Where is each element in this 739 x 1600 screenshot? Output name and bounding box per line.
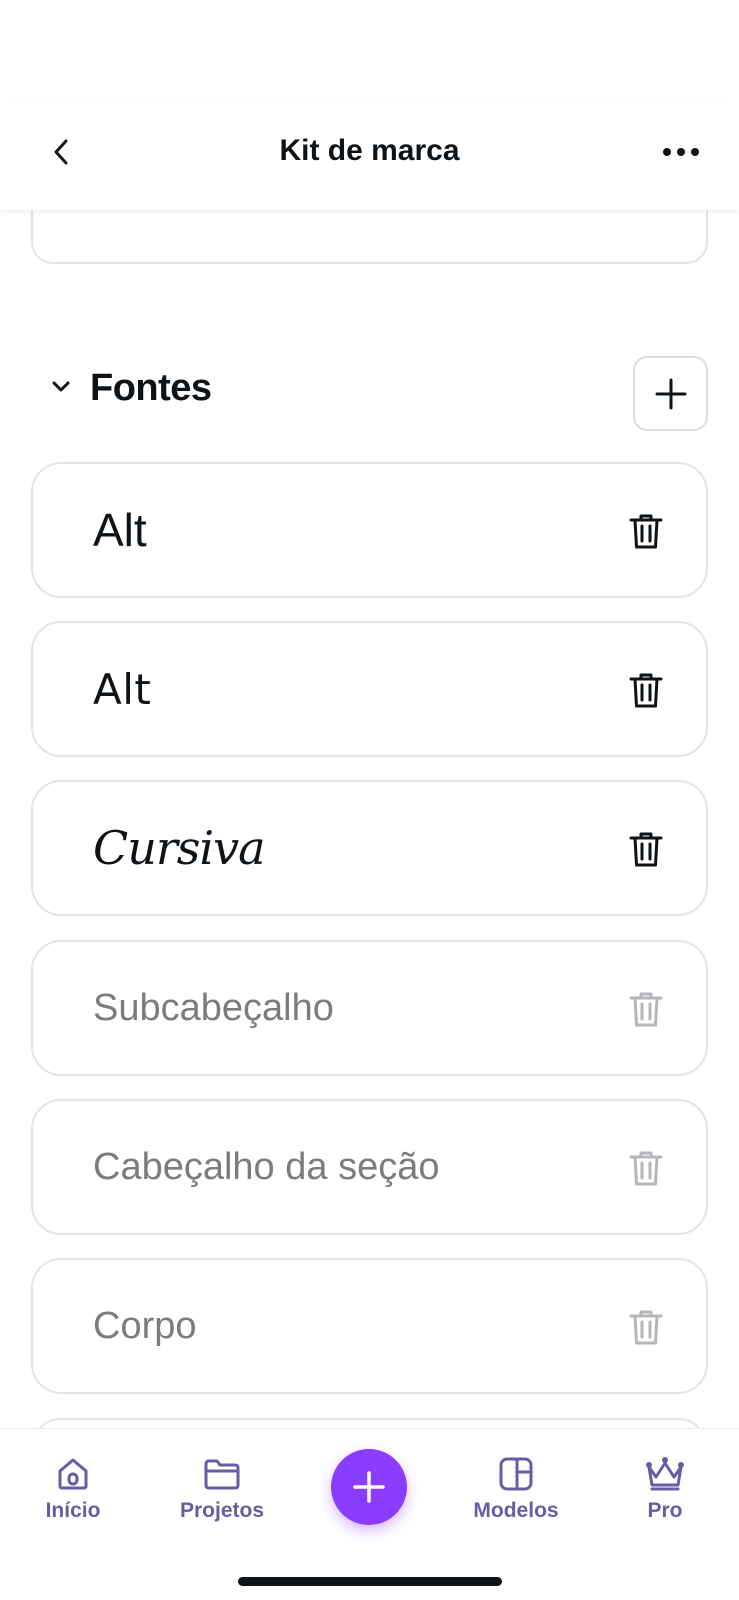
collapse-section-button[interactable]: [44, 370, 78, 404]
font-name: Cabeçalho da seção: [93, 1145, 440, 1188]
home-icon: [58, 1458, 88, 1490]
font-name: Alt: [93, 664, 152, 714]
plus-icon: [353, 1471, 385, 1503]
trash-icon: [629, 1310, 663, 1345]
page-title: Kit de marca: [279, 134, 460, 167]
more-dot: [677, 148, 685, 156]
delete-font-button[interactable]: [626, 1147, 666, 1189]
font-name: Cursiva: [93, 821, 266, 875]
trash-icon: [629, 514, 663, 549]
font-card[interactable]: Corpo: [31, 1258, 708, 1394]
trash-icon: [629, 673, 663, 708]
fonts-section-header: Fontes: [0, 352, 739, 432]
delete-font-button[interactable]: [626, 828, 666, 870]
status-bar-area: [0, 0, 739, 100]
delete-font-button[interactable]: [626, 669, 666, 711]
font-card[interactable]: Cursiva: [31, 780, 708, 916]
tab-inicio[interactable]: Início: [13, 1455, 133, 1539]
home-indicator: [238, 1577, 502, 1586]
trash-icon: [629, 992, 663, 1027]
tab-label: Pro: [647, 1499, 683, 1522]
more-options-button[interactable]: [653, 130, 709, 174]
font-card[interactable]: Cabeçalho da seção: [31, 1099, 708, 1235]
delete-font-button[interactable]: [626, 1306, 666, 1348]
tab-label: Início: [45, 1499, 101, 1522]
delete-font-button[interactable]: [626, 988, 666, 1030]
font-name: Corpo: [93, 1304, 197, 1347]
font-card[interactable]: Alt: [31, 462, 708, 598]
crown-icon: [646, 1457, 684, 1491]
plus-icon: [655, 378, 686, 409]
font-card[interactable]: Subcabeçalho: [31, 940, 708, 1076]
folder-icon: [204, 1459, 240, 1490]
chevron-down-icon: [52, 381, 70, 392]
tab-pro[interactable]: Pro: [605, 1455, 725, 1539]
more-dot: [691, 148, 699, 156]
top-app-bar: Kit de marca: [0, 100, 739, 210]
delete-font-button[interactable]: [626, 510, 666, 552]
font-name: Subcabeçalho: [93, 986, 334, 1029]
trash-icon: [629, 1151, 663, 1186]
more-horizontal-icon: [663, 148, 671, 156]
tab-projetos[interactable]: Projetos: [162, 1455, 282, 1539]
font-name: Alt: [93, 504, 147, 556]
font-card[interactable]: Alt: [31, 621, 708, 757]
tab-label: Projetos: [179, 1499, 265, 1522]
tab-modelos[interactable]: Modelos: [456, 1455, 576, 1539]
tab-label: Modelos: [473, 1499, 559, 1522]
add-font-button[interactable]: [633, 356, 708, 431]
create-design-button[interactable]: [331, 1449, 407, 1525]
templates-icon: [499, 1457, 533, 1491]
section-title: Fontes: [90, 367, 212, 409]
trash-icon: [629, 832, 663, 867]
bottom-tab-bar: Início Projetos Modelos Pro: [0, 1428, 739, 1600]
